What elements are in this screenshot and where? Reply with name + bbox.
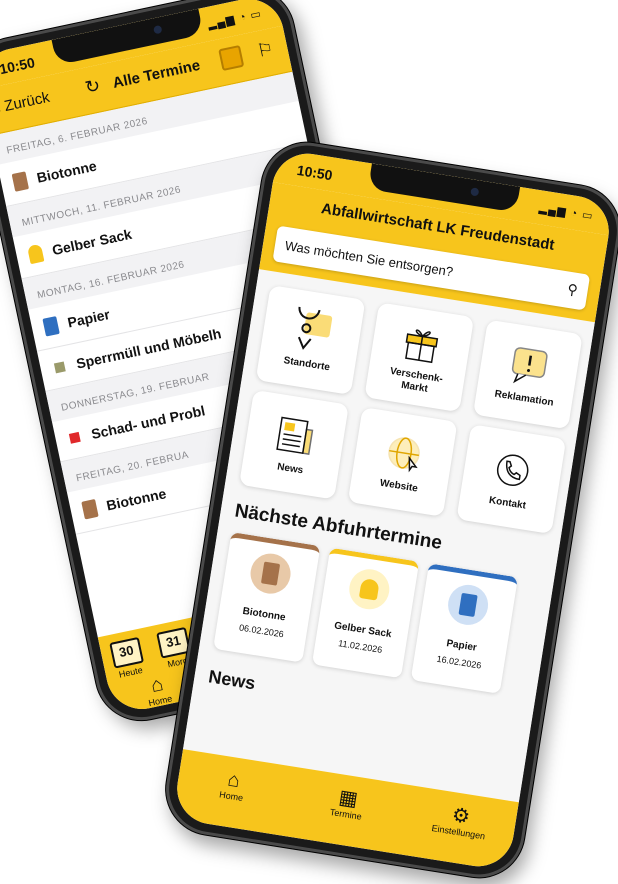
tile-reklamation[interactable]: Reklamation: [472, 319, 583, 430]
today-number: 30: [109, 636, 144, 669]
tile-verschenk-markt[interactable]: Verschenk- Markt: [364, 302, 475, 413]
newspaper-icon: [276, 416, 314, 455]
schadstoff-icon: [68, 431, 81, 444]
camera: [153, 24, 163, 35]
tab-termine[interactable]: ▦ Termine: [320, 784, 374, 823]
calendar-icon[interactable]: [218, 44, 245, 72]
entry-label: Gelber Sack: [50, 225, 134, 259]
pickup-card-papier[interactable]: Papier 16.02.2026: [410, 563, 518, 694]
tile-standorte[interactable]: Standorte: [255, 285, 366, 395]
tile-label: Kontakt: [488, 494, 527, 512]
back-button[interactable]: ‹ Zurück: [0, 89, 51, 117]
tile-label: Reklamation: [493, 388, 555, 409]
camera: [470, 187, 480, 197]
sperrmuell-icon: [53, 361, 66, 374]
status-time: 10:50: [0, 54, 37, 78]
status-icons: ▂▄▆ ◔ ▭: [206, 7, 263, 31]
biotonne-icon: [247, 550, 294, 597]
tab-home[interactable]: ⌂ Home: [206, 766, 260, 805]
entry-label: Papier: [66, 306, 112, 331]
page-title: Alle Termine: [111, 56, 202, 92]
papier-icon: [445, 582, 491, 628]
gelber-sack-icon: [346, 566, 393, 613]
tile-kontakt[interactable]: Kontakt: [456, 424, 567, 535]
back-label: Zurück: [2, 88, 52, 115]
tile-news[interactable]: News: [239, 389, 349, 500]
papier-icon: [42, 316, 60, 337]
tab-today[interactable]: 30 Heute: [109, 636, 146, 680]
tab-home[interactable]: ⌂ Home: [135, 670, 181, 710]
tile-label: News: [276, 461, 304, 477]
search-icon[interactable]: ⚲: [566, 281, 579, 299]
pickup-card-gelber-sack[interactable]: Gelber Sack 11.02.2026: [311, 547, 420, 679]
phone-icon: [496, 454, 529, 486]
status-icons: ▂▄▆ ◔ ▭: [538, 202, 595, 223]
status-time: 10:50: [295, 161, 334, 184]
tile-label: Website: [379, 477, 419, 495]
biotonne-icon: [11, 171, 30, 192]
entry-label: Biotonne: [104, 485, 168, 514]
globe-icon: [388, 437, 420, 473]
alert-bubble-icon: [511, 347, 548, 384]
map-pin-icon: [297, 305, 333, 350]
flag-icon[interactable]: ⚐: [255, 38, 275, 62]
main-content: Standorte Verschenk- Markt Reklamation N…: [183, 269, 595, 803]
tomorrow-number: 31: [156, 626, 191, 659]
gift-icon: [405, 329, 439, 364]
tile-label: Standorte: [282, 355, 331, 374]
entry-label: Biotonne: [35, 157, 98, 186]
tile-website[interactable]: Website: [347, 406, 458, 517]
refresh-icon[interactable]: ↻: [83, 75, 102, 99]
tile-label: Verschenk- Markt: [389, 365, 444, 395]
gelber-sack-icon: [26, 243, 45, 265]
tab-einstellungen[interactable]: ⚙ Einstellungen: [423, 800, 497, 843]
biotonne-icon: [81, 498, 99, 520]
pickup-card-biotonne[interactable]: Biotonne 06.02.2026: [213, 532, 321, 663]
